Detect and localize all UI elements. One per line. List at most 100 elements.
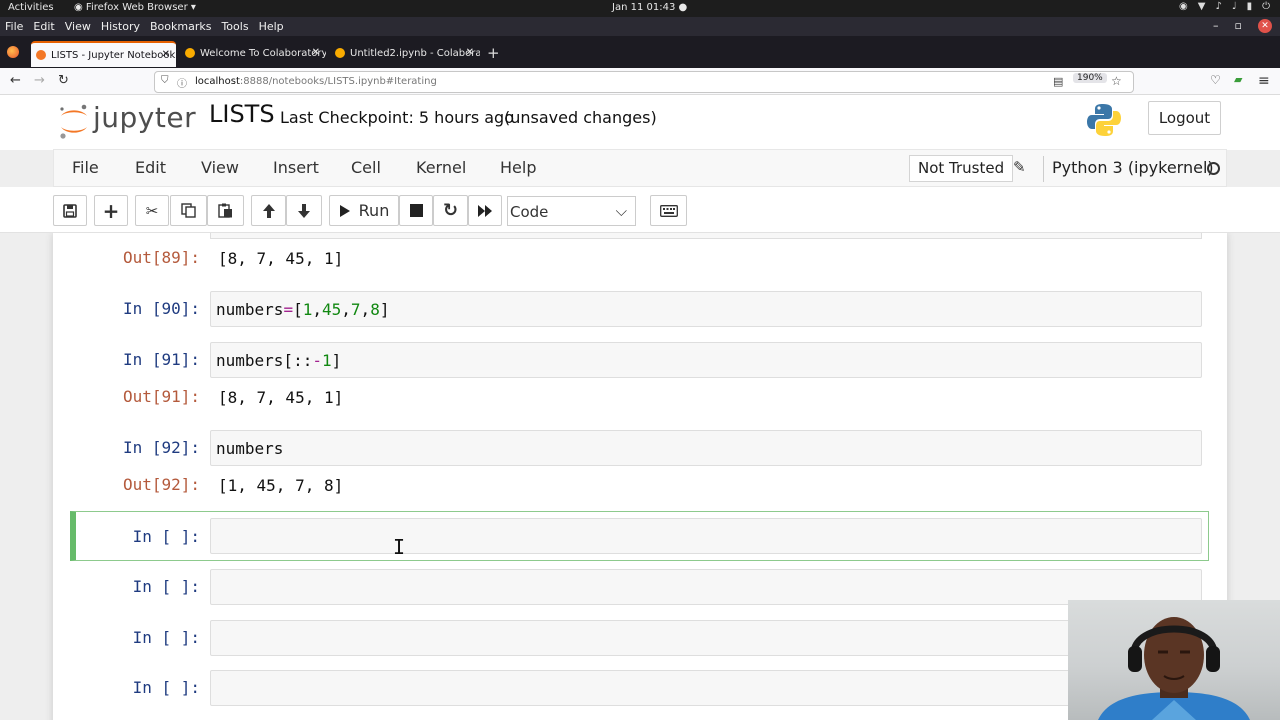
battery-icon: ▮ bbox=[1246, 1, 1253, 12]
paste-button[interactable] bbox=[207, 195, 244, 226]
input-prompt: In [ ]: bbox=[132, 678, 200, 697]
app-menu-icon[interactable]: ≡ bbox=[1258, 73, 1270, 89]
run-label: Run bbox=[358, 201, 390, 220]
checkpoint-status: Last Checkpoint: 5 hours ago bbox=[280, 108, 514, 127]
kernel-idle-indicator-icon bbox=[1207, 162, 1220, 175]
jupyter-logo-text[interactable]: jupyter bbox=[93, 101, 196, 134]
restart-icon: ↻ bbox=[442, 200, 459, 221]
cell-type-select[interactable]: Code ⌵ bbox=[507, 196, 636, 226]
menu-bookmarks[interactable]: Bookmarks bbox=[150, 20, 211, 33]
move-up-button[interactable] bbox=[251, 195, 286, 226]
jupyter-menu-edit[interactable]: Edit bbox=[135, 158, 166, 177]
app-menu[interactable]: ◉ Firefox Web Browser ▾ bbox=[74, 2, 196, 13]
tab-title: Welcome To Colaboratory bbox=[200, 48, 326, 59]
pocket-icon[interactable]: ♡ bbox=[1210, 73, 1221, 87]
code-cell-input[interactable] bbox=[210, 620, 1202, 656]
restart-run-all-button[interactable] bbox=[468, 195, 502, 226]
logout-button[interactable]: Logout bbox=[1148, 101, 1221, 135]
paste-icon bbox=[218, 203, 232, 218]
save-icon bbox=[63, 203, 77, 218]
move-down-button[interactable] bbox=[286, 195, 322, 226]
stop-icon bbox=[409, 204, 423, 217]
code-cell-input[interactable] bbox=[210, 670, 1202, 706]
menu-edit[interactable]: Edit bbox=[33, 20, 54, 33]
code-token: 1 bbox=[302, 300, 313, 319]
code-token: numbers bbox=[216, 300, 284, 319]
input-prompt: In [ ]: bbox=[132, 577, 200, 596]
tab-untitled2-colab[interactable]: Untitled2.ipynb - Colabora ✕ bbox=[330, 41, 480, 67]
presenter-silhouette bbox=[1098, 617, 1250, 720]
command-palette-button[interactable] bbox=[650, 195, 687, 226]
tab-title: Untitled2.ipynb - Colabora bbox=[350, 48, 480, 59]
copy-button[interactable] bbox=[170, 195, 207, 226]
jupyter-menu-kernel[interactable]: Kernel bbox=[416, 158, 466, 177]
forward-icon[interactable]: → bbox=[34, 73, 45, 88]
new-tab-icon[interactable]: + bbox=[487, 44, 500, 62]
menu-help[interactable]: Help bbox=[259, 20, 284, 33]
restart-kernel-button[interactable]: ↻ bbox=[433, 195, 468, 226]
zoom-level[interactable]: 190% bbox=[1073, 73, 1107, 83]
menu-tools[interactable]: Tools bbox=[221, 20, 248, 33]
back-icon[interactable]: ← bbox=[10, 73, 21, 88]
input-prompt: In [92]: bbox=[122, 438, 200, 457]
cell-type-value: Code bbox=[510, 203, 549, 221]
close-tab-icon[interactable]: ✕ bbox=[312, 47, 320, 58]
kernel-name[interactable]: Python 3 (ipykernel) bbox=[1052, 158, 1214, 177]
close-window-icon[interactable]: ✕ bbox=[1258, 19, 1272, 33]
interrupt-kernel-button[interactable] bbox=[399, 195, 433, 226]
arrow-up-icon bbox=[262, 203, 275, 218]
kernel-separator bbox=[1043, 156, 1044, 182]
close-tab-icon[interactable]: ✕ bbox=[466, 47, 474, 58]
tab-bar: LISTS - Jupyter Notebook ✕ Welcome To Co… bbox=[0, 36, 1280, 68]
code-token: 45 bbox=[322, 300, 342, 319]
notebook-title[interactable]: LISTS bbox=[209, 100, 275, 128]
python-logo-icon bbox=[1087, 104, 1121, 136]
edit-kernel-pencil-icon[interactable]: ✎ bbox=[1013, 158, 1026, 176]
code-token: , bbox=[360, 300, 371, 319]
maximize-icon[interactable]: ▫ bbox=[1235, 19, 1242, 33]
trust-button[interactable]: Not Trusted bbox=[909, 155, 1014, 182]
reload-icon[interactable]: ↻ bbox=[58, 73, 69, 88]
clock[interactable]: Jan 11 01:43 ● bbox=[612, 2, 687, 13]
address-bar[interactable]: ⛉ ⓘ localhost:8888/notebooks/LISTS.ipynb… bbox=[154, 71, 1134, 93]
minimize-icon[interactable]: – bbox=[1213, 19, 1219, 33]
url-host: localhost bbox=[195, 76, 240, 87]
insert-cell-button[interactable]: + bbox=[94, 195, 128, 226]
previous-cell-input[interactable] bbox=[210, 233, 1202, 239]
jupyter-menu-file[interactable]: File bbox=[72, 158, 99, 177]
firefox-view-icon[interactable] bbox=[7, 46, 19, 58]
cell-output: [1, 45, 7, 8] bbox=[218, 476, 344, 495]
code-cell-input[interactable]: numbers bbox=[210, 430, 1202, 466]
jupyter-menu-help[interactable]: Help bbox=[500, 158, 536, 177]
code-cell-input[interactable]: numbers[::-1] bbox=[210, 342, 1202, 378]
jupyter-menu-view[interactable]: View bbox=[201, 158, 239, 177]
cut-button[interactable]: ✂ bbox=[135, 195, 169, 226]
reader-view-icon[interactable]: ▤ bbox=[1053, 75, 1063, 88]
jupyter-menu-insert[interactable]: Insert bbox=[273, 158, 319, 177]
cell-output: [8, 7, 45, 1] bbox=[218, 388, 344, 407]
menu-file[interactable]: File bbox=[5, 20, 23, 33]
cell-output: [8, 7, 45, 1] bbox=[218, 249, 344, 268]
tab-welcome-colab[interactable]: Welcome To Colaboratory ✕ bbox=[180, 41, 326, 67]
copy-icon bbox=[181, 203, 196, 218]
system-tray[interactable]: ◉ ▼ ♪ ♩ ▮ ⏻ bbox=[1179, 1, 1270, 12]
arrow-down-icon bbox=[298, 203, 310, 218]
code-token: ] bbox=[379, 300, 390, 319]
jupyter-menu-cell[interactable]: Cell bbox=[351, 158, 381, 177]
jupyter-favicon-icon bbox=[36, 50, 46, 60]
extension-icon[interactable]: ▰ bbox=[1234, 73, 1242, 86]
bookmark-star-icon[interactable]: ☆ bbox=[1111, 74, 1122, 88]
menu-view[interactable]: View bbox=[65, 20, 91, 33]
close-tab-icon[interactable]: ✕ bbox=[162, 49, 170, 60]
activities-button[interactable]: Activities bbox=[8, 2, 54, 13]
run-button[interactable]: Run bbox=[329, 195, 399, 226]
code-cell-input-active[interactable] bbox=[210, 518, 1202, 554]
code-cell-input[interactable] bbox=[210, 569, 1202, 605]
menu-history[interactable]: History bbox=[101, 20, 140, 33]
jupyter-logo-icon[interactable] bbox=[58, 103, 90, 139]
page-info-icon[interactable]: ⓘ bbox=[177, 75, 187, 90]
code-cell-input[interactable]: numbers=[1,45,7,8] bbox=[210, 291, 1202, 327]
save-button[interactable] bbox=[53, 195, 87, 226]
shield-icon[interactable]: ⛉ bbox=[161, 75, 169, 86]
tab-lists-jupyter[interactable]: LISTS - Jupyter Notebook ✕ bbox=[31, 41, 176, 67]
